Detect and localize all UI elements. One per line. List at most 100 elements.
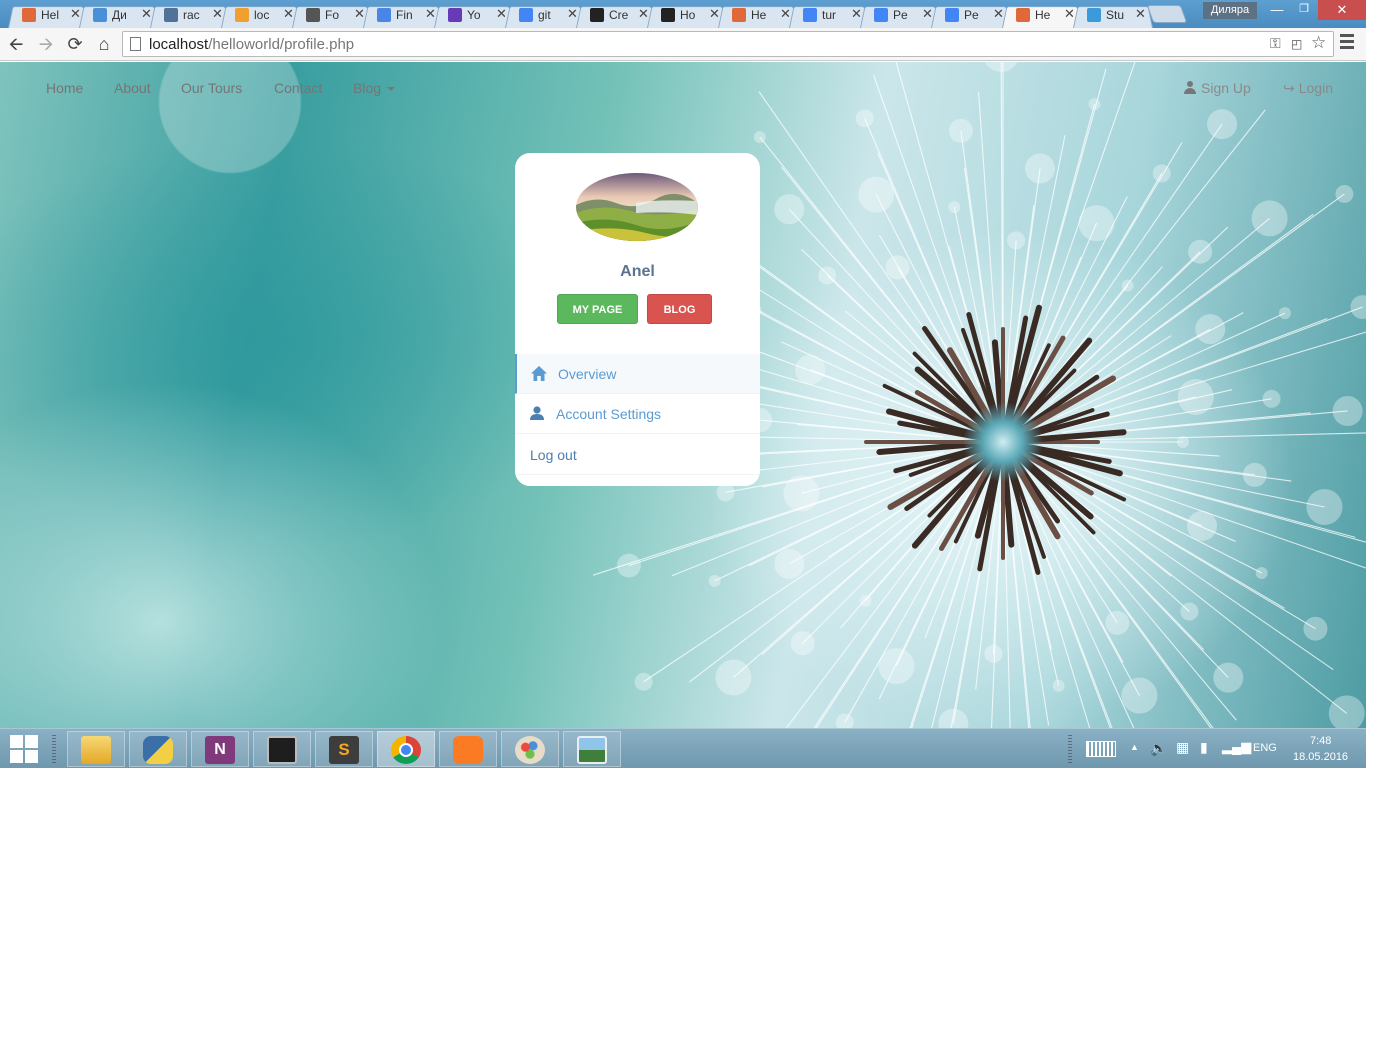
- browser-profile-chip[interactable]: Диляра: [1203, 2, 1257, 19]
- network-signal-icon[interactable]: ▂▄▆: [1222, 739, 1251, 755]
- taskbar-sublime-text[interactable]: S: [315, 731, 373, 767]
- battery-icon[interactable]: ▮: [1200, 739, 1208, 756]
- browser-tab-strip: Hel ✕ Ди ✕ rac ✕ loc ✕ Fo ✕ Fin ✕ Yo ✕ git ✕ Cre ✕ Ho ✕ He ✕ t…: [0, 0, 1366, 28]
- menu-item-logout-label: Log out: [530, 447, 577, 463]
- clock-date[interactable]: 18.05.2016: [1293, 751, 1348, 763]
- menu-item-account-settings[interactable]: Account Settings: [515, 394, 760, 434]
- touch-keyboard-icon[interactable]: [1086, 741, 1116, 757]
- paint-palette-icon: [515, 736, 545, 764]
- taskbar-xampp[interactable]: [439, 731, 497, 767]
- browser-tab[interactable]: git ✕: [505, 3, 585, 28]
- tab-favicon-icon: [590, 8, 604, 22]
- tab-title: Ди: [112, 8, 127, 22]
- profile-sidebar-card: Anel MY PAGE BLOG Overview Account Setti…: [515, 153, 760, 486]
- browser-tab[interactable]: Ho ✕: [647, 3, 727, 28]
- browser-tab[interactable]: Stu ✕: [1073, 3, 1153, 28]
- tab-title: Fo: [325, 8, 340, 22]
- tab-close-icon[interactable]: ✕: [1135, 6, 1146, 22]
- avatar: [576, 173, 698, 241]
- browser-tab[interactable]: loc ✕: [221, 3, 301, 28]
- browser-tab[interactable]: Pe ✕: [860, 3, 940, 28]
- nav-sign-up[interactable]: Sign Up: [1184, 80, 1251, 96]
- address-host: localhost: [149, 36, 209, 53]
- web-page: Home About Our Tours Contact Blog Sign U…: [0, 62, 1366, 728]
- tab-title: tur: [822, 8, 837, 22]
- taskbar-terminal[interactable]: [253, 731, 311, 767]
- tab-favicon-icon: [1087, 8, 1101, 22]
- browser-tab[interactable]: He ✕: [1002, 3, 1082, 28]
- nav-home[interactable]: Home: [46, 80, 83, 96]
- browser-tab[interactable]: tur ✕: [789, 3, 869, 28]
- tab-title: Hel: [41, 8, 60, 22]
- tab-favicon-icon: [306, 8, 320, 22]
- tab-favicon-icon: [164, 8, 178, 22]
- browser-tab[interactable]: Cre ✕: [576, 3, 656, 28]
- address-path: /helloworld/profile.php: [208, 36, 355, 53]
- my-page-button[interactable]: MY PAGE: [557, 294, 638, 324]
- close-window-icon[interactable]: ✕: [1318, 0, 1366, 20]
- browser-tab[interactable]: He ✕: [718, 3, 798, 28]
- folder-icon: [81, 736, 111, 764]
- menu-item-overview-label: Overview: [558, 366, 617, 382]
- action-center-icon[interactable]: ▦: [1176, 739, 1189, 756]
- login-icon: ↪: [1283, 80, 1295, 96]
- menu-item-logout[interactable]: Log out: [515, 435, 760, 475]
- tab-title: He: [1035, 8, 1051, 22]
- browser-tab[interactable]: rac ✕: [150, 3, 230, 28]
- nav-about[interactable]: About: [114, 80, 151, 96]
- taskbar-python[interactable]: [129, 731, 187, 767]
- site-navbar: Home About Our Tours Contact Blog Sign U…: [0, 62, 1366, 114]
- translate-icon[interactable]: ◰: [1291, 37, 1302, 51]
- browser-tab[interactable]: Ди ✕: [79, 3, 159, 28]
- minimize-icon[interactable]: —: [1264, 0, 1290, 20]
- taskbar-file-explorer[interactable]: [67, 731, 125, 767]
- new-tab-button[interactable]: [1146, 5, 1188, 23]
- menu-item-overview[interactable]: Overview: [515, 354, 760, 394]
- browser-tab[interactable]: Hel ✕: [8, 3, 88, 28]
- browser-menu-icon[interactable]: [1340, 34, 1354, 54]
- tab-title: He: [751, 8, 767, 22]
- volume-icon[interactable]: 🔈: [1150, 740, 1167, 757]
- tab-favicon-icon: [519, 8, 533, 22]
- show-hidden-icons-icon[interactable]: ▲: [1130, 742, 1139, 752]
- tab-title: git: [538, 8, 551, 22]
- taskbar-photo-viewer[interactable]: [563, 731, 621, 767]
- taskbar-onenote[interactable]: N: [191, 731, 249, 767]
- back-arrow-icon[interactable]: 🡨: [4, 32, 28, 56]
- tab-title: rac: [183, 8, 200, 22]
- tab-favicon-icon: [22, 8, 36, 22]
- tab-title: Yo: [467, 8, 481, 22]
- key-icon[interactable]: ⚿: [1270, 35, 1281, 52]
- browser-tab[interactable]: Fo ✕: [292, 3, 372, 28]
- forward-arrow-icon[interactable]: 🡪: [34, 32, 58, 56]
- nav-our-tours[interactable]: Our Tours: [181, 80, 242, 96]
- restore-icon[interactable]: ❐: [1291, 0, 1317, 20]
- browser-tab[interactable]: Yo ✕: [434, 3, 514, 28]
- onenote-icon: N: [205, 736, 235, 764]
- home-icon[interactable]: ⌂: [92, 32, 116, 56]
- user-icon: [530, 406, 544, 420]
- taskbar-paint[interactable]: [501, 731, 559, 767]
- tab-favicon-icon: [661, 8, 675, 22]
- browser-tab[interactable]: Fin ✕: [363, 3, 443, 28]
- tab-favicon-icon: [235, 8, 249, 22]
- nav-sign-up-label: Sign Up: [1201, 80, 1251, 96]
- taskbar-chrome[interactable]: [377, 731, 435, 767]
- tab-favicon-icon: [1016, 8, 1030, 22]
- address-bar[interactable]: localhost/helloworld/profile.php ⚿ ◰ ☆: [122, 31, 1334, 57]
- blog-button[interactable]: BLOG: [647, 294, 712, 324]
- screen: Hel ✕ Ди ✕ rac ✕ loc ✕ Fo ✕ Fin ✕ Yo ✕ git ✕ Cre ✕ Ho ✕ He ✕ t…: [0, 0, 1366, 768]
- bookmark-star-icon[interactable]: ☆: [1311, 33, 1326, 53]
- nav-login[interactable]: ↪ Login: [1283, 80, 1333, 97]
- language-indicator[interactable]: ENG: [1253, 742, 1277, 754]
- nav-contact[interactable]: Contact: [274, 80, 322, 96]
- browser-tab[interactable]: Pe ✕: [931, 3, 1011, 28]
- clock-time[interactable]: 7:48: [1310, 735, 1331, 747]
- nav-blog-dropdown[interactable]: Blog: [353, 80, 396, 96]
- tab-title: Pe: [893, 8, 908, 22]
- sublime-text-icon: S: [329, 736, 359, 764]
- windows-start-icon[interactable]: [10, 735, 38, 763]
- reload-icon[interactable]: ⟳: [63, 32, 87, 56]
- tab-title: Ho: [680, 8, 696, 22]
- tab-title: Pe: [964, 8, 979, 22]
